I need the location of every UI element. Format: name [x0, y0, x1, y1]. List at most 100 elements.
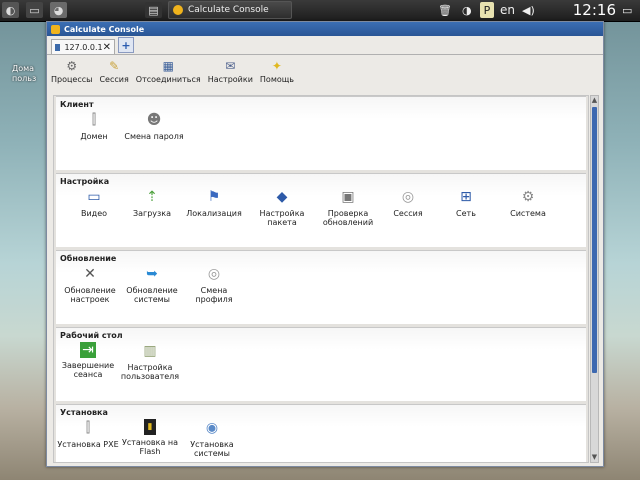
update-arrow-icon: ➥	[146, 265, 158, 282]
group-title: Рабочий стол	[60, 331, 123, 340]
flag-icon: ⚑	[207, 188, 221, 205]
module-update-settings[interactable]: ✕ Обновление настроек	[58, 265, 122, 305]
network-icon: ⊞	[460, 188, 472, 205]
scroll-up-icon[interactable]: ▲	[591, 96, 598, 105]
file-manager-icon[interactable]: ▭	[26, 2, 43, 18]
vertical-scrollbar[interactable]: ▲ ▼	[590, 95, 599, 463]
module-label: Установка PXE	[57, 440, 119, 449]
help-icon: ✦	[271, 58, 282, 73]
disconnect-button[interactable]: ▦ Отсоединиться	[136, 58, 201, 85]
menu-icon[interactable]: ◐	[2, 2, 19, 18]
group-install: Установка ⫿ Установка PXE ▮ Установка на…	[56, 404, 586, 462]
wrench-icon: ✕	[84, 265, 96, 282]
desktop-icon[interactable]: ▤	[145, 2, 162, 18]
module-install-system[interactable]: ◉ Установка системы	[180, 419, 244, 459]
module-user-settings[interactable]: ▥ Настройка пользователя	[118, 342, 182, 382]
module-label-line1: Смена	[200, 286, 228, 295]
help-button[interactable]: ✦ Помощь	[259, 58, 294, 85]
pxe-icon: ⫿	[85, 419, 91, 436]
module-network[interactable]: ⊞ Сеть	[434, 188, 498, 219]
group-settings: Настройка ▭ Видео ⇡ Загрузка ⚑ Локализац…	[56, 173, 586, 247]
module-check-updates[interactable]: ▣ Проверка обновлений	[316, 188, 380, 228]
close-tab-icon[interactable]: ✕	[103, 42, 111, 53]
session-label: Сессия	[99, 75, 129, 84]
trash-icon[interactable]: 🗑	[438, 2, 452, 18]
module-label-line1: Установка на	[121, 438, 179, 447]
desktop-label-line1: Дома	[12, 64, 35, 73]
tray-p-icon[interactable]: P	[480, 2, 494, 18]
module-change-profile[interactable]: ◎ Смена профиля	[182, 265, 246, 305]
browser-icon[interactable]: ◕	[50, 2, 67, 18]
module-label-line2: пакета	[267, 218, 297, 227]
app-icon	[51, 24, 60, 34]
processes-label: Процессы	[51, 75, 93, 84]
desktop-icon-label[interactable]: Дома польз	[12, 64, 36, 84]
monitor-icon	[55, 43, 61, 51]
users-icon: ☻	[146, 111, 162, 128]
module-label-line1: Обновление	[64, 286, 116, 295]
module-label-line2: настроек	[70, 295, 110, 304]
disconnect-icon: ▦	[162, 58, 174, 73]
tab-host[interactable]: 127.0.0.1 ✕	[51, 39, 115, 54]
module-change-password[interactable]: ☻ Смена пароля	[122, 111, 186, 142]
module-label: Видео	[80, 209, 108, 218]
monitor-icon: ▭	[87, 188, 101, 205]
module-label-line1: Настройка	[127, 363, 173, 372]
module-label: Система	[510, 209, 546, 218]
group-desktop: Рабочий стол ⇥ Завершение сеанса ▥ Настр…	[56, 327, 586, 401]
module-localization[interactable]: ⚑ Локализация	[182, 188, 246, 219]
module-label-line2: системы	[194, 449, 230, 458]
group-title: Клиент	[60, 100, 94, 109]
module-label-line1: Обновление	[126, 286, 178, 295]
volume-icon[interactable]: ◀)	[522, 2, 535, 18]
flash-card-icon: ▮	[144, 419, 156, 435]
module-label-line2: обновлений	[322, 218, 374, 227]
module-label-line2: системы	[134, 295, 170, 304]
top-panel: ◐ ▭ ◕ ▤ Calculate Console 🗑 ◑ P en ◀) 12…	[0, 0, 640, 22]
group-title: Настройка	[60, 177, 110, 186]
scroll-down-icon[interactable]: ▼	[591, 453, 598, 462]
module-label: Загрузка	[132, 209, 172, 218]
power-icon[interactable]: ▭	[622, 2, 632, 18]
group-client: Клиент ⫿ Домен ☻ Смена пароля	[56, 96, 586, 170]
module-install-pxe[interactable]: ⫿ Установка PXE	[56, 419, 120, 450]
module-session[interactable]: ◎ Сессия	[376, 188, 440, 219]
exit-icon: ⇥	[80, 342, 96, 358]
module-logout[interactable]: ⇥ Завершение сеанса	[56, 342, 120, 379]
add-tab-button[interactable]: +	[118, 37, 134, 53]
toolbar: ⚙ Процессы ✎ Сессия ▦ Отсоединиться ✉ На…	[47, 55, 603, 93]
user-folder-icon: ▥	[143, 342, 157, 359]
language-indicator[interactable]: en	[500, 2, 515, 18]
module-system[interactable]: ⚙ Система	[496, 188, 560, 219]
module-label-line1: Настройка	[259, 209, 305, 218]
window-titlebar[interactable]: Calculate Console	[47, 22, 603, 36]
gears-icon: ⚙	[66, 58, 78, 73]
clock[interactable]: 12:16	[573, 1, 616, 19]
processes-button[interactable]: ⚙ Процессы	[51, 58, 93, 85]
module-video[interactable]: ▭ Видео	[62, 188, 126, 219]
module-domain[interactable]: ⫿ Домен	[62, 111, 126, 142]
module-label-line2: профиля	[195, 295, 233, 304]
scrollbar-thumb[interactable]	[592, 107, 597, 373]
task-calculate-console[interactable]: Calculate Console	[168, 1, 292, 19]
system-gears-icon: ⚙	[521, 188, 535, 205]
module-label: Сессия	[393, 209, 423, 218]
boot-icon: ⇡	[146, 188, 158, 205]
tab-label: 127.0.0.1	[64, 42, 103, 52]
calculate-console-window: Calculate Console 127.0.0.1 ✕ + ⚙ Процес…	[46, 21, 604, 467]
module-boot[interactable]: ⇡ Загрузка	[120, 188, 184, 219]
module-package-config[interactable]: ◆ Настройка пакета	[250, 188, 314, 228]
module-install-flash[interactable]: ▮ Установка на Flash	[118, 419, 182, 456]
session-button[interactable]: ✎ Сессия	[99, 58, 129, 85]
tray-app-icon[interactable]: ◑	[462, 2, 472, 18]
help-label: Помощь	[259, 75, 294, 84]
module-update-system[interactable]: ➥ Обновление системы	[120, 265, 184, 305]
desktop-label-line2: польз	[12, 74, 37, 83]
module-label-line1: Установка	[190, 440, 234, 449]
module-label-line2: пользователя	[120, 372, 180, 381]
package-icon: ◆	[276, 188, 288, 205]
module-label-line1: Завершение	[61, 361, 115, 370]
settings-button[interactable]: ✉ Настройки	[208, 58, 253, 85]
calculate-icon	[173, 5, 183, 15]
task-title: Calculate Console	[188, 5, 269, 15]
